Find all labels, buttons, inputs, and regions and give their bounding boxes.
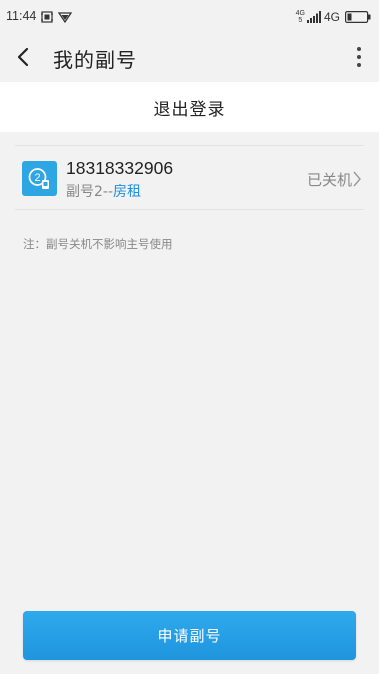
logout-label: 退出登录 <box>153 99 226 120</box>
screenshot-icon <box>41 11 73 24</box>
network-type-top: 4G <box>295 10 305 17</box>
sub-number-2-icon: 2 <box>22 161 57 196</box>
chevron-left-icon[interactable] <box>14 46 34 68</box>
page-title: 我的副号 <box>53 48 137 72</box>
sub-number-tag: 房租 <box>113 184 142 200</box>
more-vertical-icon[interactable] <box>353 45 365 69</box>
status-time: 11:44 <box>6 9 37 23</box>
apply-sub-number-button[interactable]: 申请副号 <box>23 611 356 660</box>
battery-icon <box>345 11 371 23</box>
status-right: 4G 5 4G <box>296 9 371 25</box>
network-type: 4G <box>323 10 340 24</box>
logout-button[interactable]: 退出登录 <box>0 82 379 132</box>
note-text: 注：副号关机不影响主号使用 <box>23 237 173 251</box>
status-bar: 11:44 4G 5 4G <box>0 0 379 34</box>
sub-number-2-glyph: 2 <box>28 168 49 189</box>
sub-number-label: 副号2--房租 <box>66 181 141 201</box>
network-type-bottom: 5 <box>298 17 303 24</box>
signal-icon <box>306 11 321 23</box>
svg-text:2: 2 <box>34 172 40 184</box>
divider <box>15 209 364 210</box>
chevron-right-icon <box>353 171 361 187</box>
sub-number: 18318332906 <box>66 158 174 178</box>
app-bar: 我的副号 <box>0 34 379 82</box>
apply-button-label: 申请副号 <box>157 627 222 645</box>
network-type-small: 4G 5 <box>296 10 305 24</box>
sub-number-label-prefix: 副号2-- <box>66 184 114 200</box>
status-notification-icons <box>41 10 81 24</box>
sub-number-row[interactable]: 2 18318332906 副号2--房租 已关机 <box>0 146 379 209</box>
sub-number-status: 已关机 <box>306 171 352 189</box>
